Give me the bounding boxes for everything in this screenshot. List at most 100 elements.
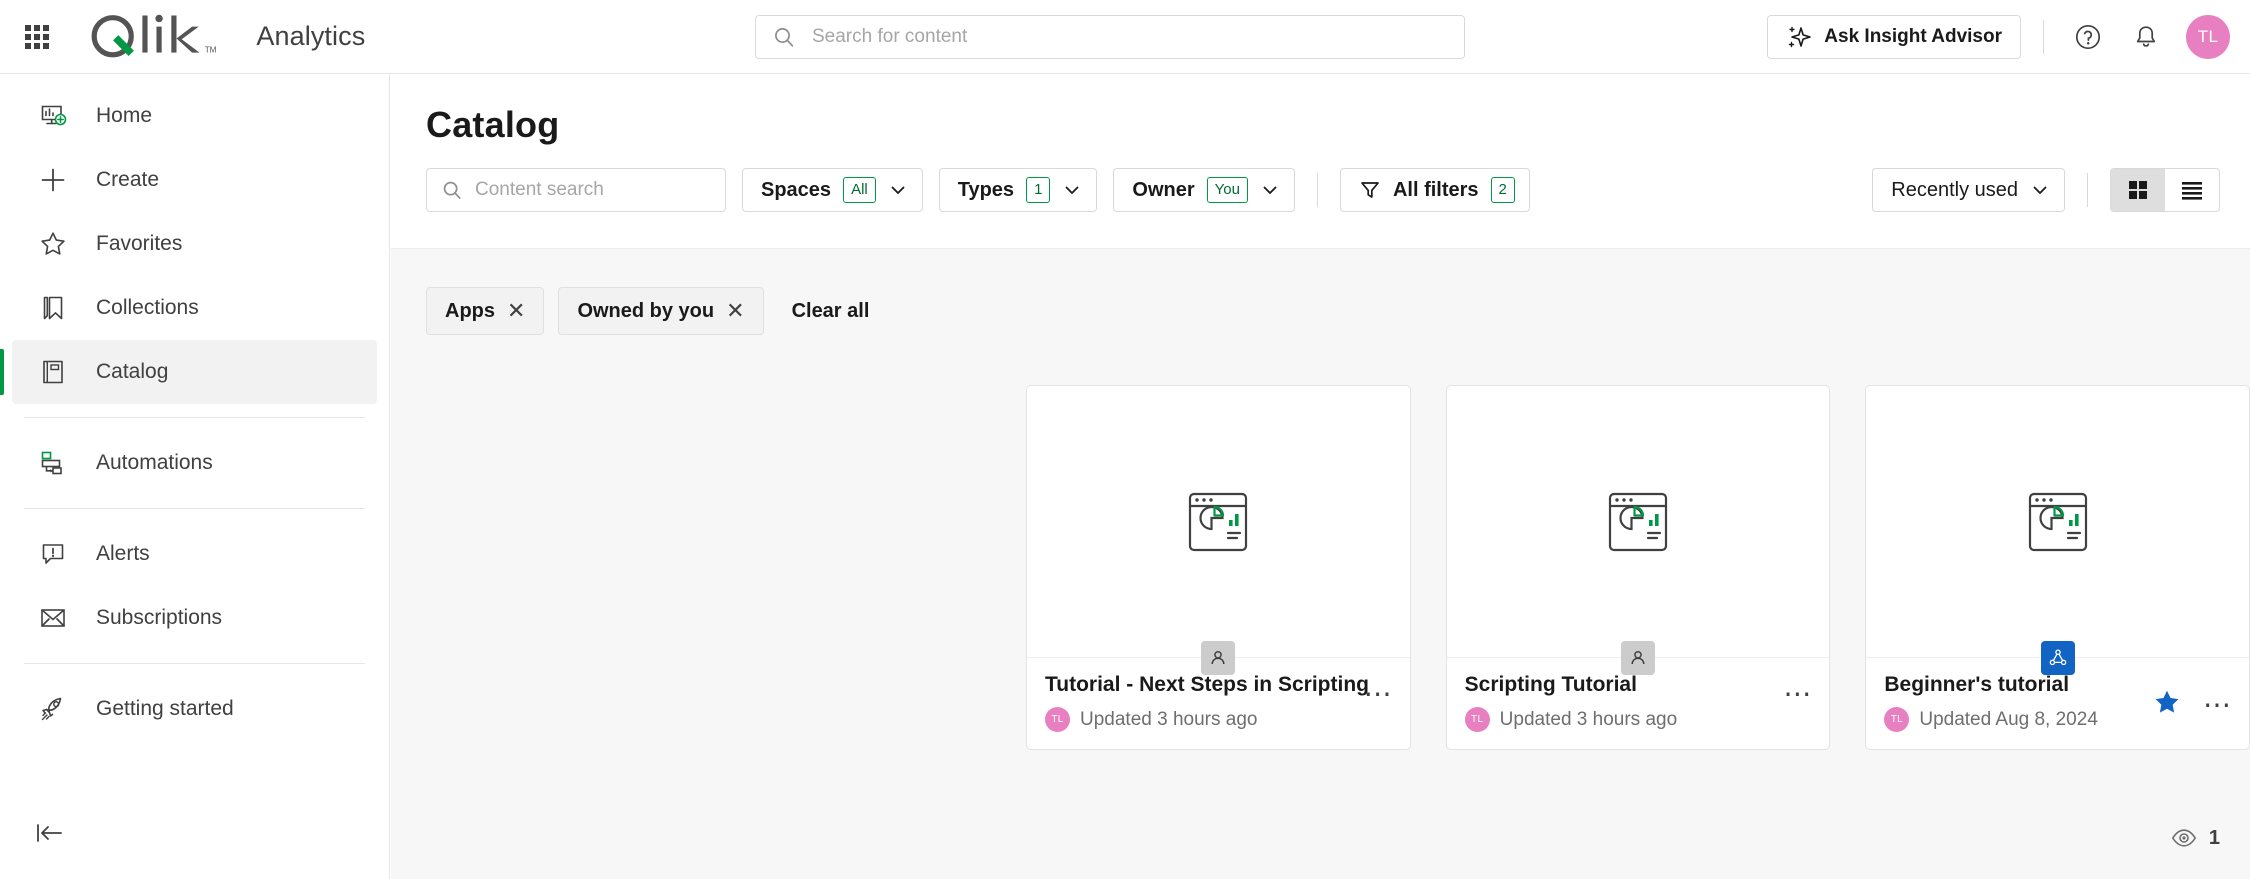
spaces-filter-badge: All — [843, 177, 876, 203]
app-card[interactable]: Tutorial - Next Steps in Scripting TL Up… — [1026, 385, 1411, 750]
product-name: Analytics — [256, 21, 366, 51]
sidebar-item-label: Collections — [96, 296, 199, 319]
filter-chip-apps[interactable]: Apps ✕ — [426, 287, 545, 335]
app-card-meta: TL Updated 3 hours ago — [1045, 707, 1410, 733]
sidebar-item-label: Automations — [96, 451, 213, 474]
app-card-footer: Scripting Tutorial TL Updated 3 hours ag… — [1446, 641, 1830, 749]
close-icon[interactable]: ✕ — [507, 300, 525, 322]
toolbar-divider — [2043, 20, 2044, 54]
shared-space-icon — [2040, 641, 2075, 675]
funnel-icon — [1361, 182, 1379, 198]
avatar-initials: TL — [2197, 27, 2219, 46]
all-filters-button[interactable]: All filters 2 — [1339, 168, 1530, 212]
sidebar-item-subscriptions[interactable]: Subscriptions — [12, 586, 377, 650]
bell-icon — [2136, 26, 2156, 47]
sidebar-divider-1 — [24, 417, 365, 418]
more-options-icon[interactable]: ⋯ — [1783, 680, 1813, 708]
sidebar-item-collections[interactable]: Collections — [12, 276, 377, 340]
owner-avatar: TL — [1464, 707, 1490, 733]
sidebar-item-automations[interactable]: Automations — [12, 431, 377, 495]
app-card-actions: ⋯ — [1364, 680, 1394, 708]
global-search[interactable] — [755, 15, 1465, 59]
filter-divider — [1316, 173, 1318, 207]
spaces-filter-button[interactable]: Spaces All — [742, 168, 923, 212]
app-card-footer: Beginner's tutorial TL Updated Aug 8, 20… — [1866, 641, 2250, 749]
content-search-input[interactable] — [475, 179, 725, 201]
app-chart-icon — [2028, 492, 2087, 551]
person-icon — [1201, 641, 1236, 675]
person-icon — [1621, 641, 1655, 675]
owner-avatar: TL — [1045, 707, 1070, 733]
sidebar-item-getting-started[interactable]: Getting started — [12, 677, 377, 741]
ask-insight-advisor-button[interactable]: Ask Insight Advisor — [1767, 15, 2021, 59]
app-card-grid: Tutorial - Next Steps in Scripting TL Up… — [391, 335, 2250, 750]
close-icon[interactable]: ✕ — [726, 300, 744, 322]
item-count: 1 — [2171, 825, 2220, 851]
types-filter-button[interactable]: Types 1 — [938, 168, 1098, 212]
sidebar-item-create[interactable]: Create — [12, 148, 377, 212]
more-options-icon[interactable]: ⋯ — [1364, 680, 1394, 708]
app-card-actions: ⋯ — [1783, 680, 1813, 708]
filter-chip-owned-by-you[interactable]: Owned by you ✕ — [558, 287, 764, 335]
app-card-updated: Updated 3 hours ago — [1499, 708, 1678, 730]
plus-icon — [36, 163, 70, 197]
sidebar-divider-2 — [24, 508, 365, 509]
chevron-down-icon — [2033, 186, 2047, 194]
sort-label: Recently used — [1891, 178, 2018, 201]
help-button[interactable] — [2066, 15, 2110, 59]
sidebar-item-favorites[interactable]: Favorites — [12, 212, 377, 276]
list-view-icon — [2182, 182, 2202, 200]
clear-all-button[interactable]: Clear all — [792, 300, 870, 323]
user-avatar[interactable]: TL — [2186, 15, 2230, 59]
content-search[interactable] — [426, 168, 726, 212]
brand-logo[interactable]: TM Analytics — [86, 14, 365, 60]
app-launcher-button[interactable] — [14, 14, 60, 60]
svg-text:TM: TM — [205, 45, 217, 54]
favorite-star-icon[interactable] — [2153, 688, 2181, 721]
owner-avatar: TL — [1884, 707, 1910, 733]
view-mode-toggle — [2110, 168, 2220, 212]
search-icon — [443, 181, 461, 199]
sidebar-item-label: Create — [96, 168, 160, 191]
item-count-value: 1 — [2208, 826, 2220, 849]
sort-dropdown-button[interactable]: Recently used — [1872, 168, 2065, 212]
sidebar-item-catalog[interactable]: Catalog — [0, 340, 377, 404]
sidebar-item-label: Getting started — [96, 697, 234, 720]
sidebar-item-label: Favorites — [96, 232, 183, 255]
chevron-down-icon — [1066, 186, 1079, 194]
app-card[interactable]: Beginner's tutorial TL Updated Aug 8, 20… — [1865, 385, 2250, 750]
list-view-button[interactable] — [2165, 169, 2219, 211]
grid-view-button[interactable] — [2111, 169, 2165, 211]
catalog-book-icon — [36, 355, 70, 389]
envelope-icon — [36, 601, 70, 635]
more-options-icon[interactable]: ⋯ — [2203, 690, 2233, 718]
sidebar-item-alerts[interactable]: Alerts — [12, 522, 377, 586]
app-card-footer: Tutorial - Next Steps in Scripting TL Up… — [1027, 641, 1410, 749]
sidebar-item-home[interactable]: Home — [12, 84, 377, 148]
owner-filter-badge: You — [1206, 177, 1248, 203]
notifications-button[interactable] — [2124, 15, 2168, 59]
top-bar-actions: Ask Insight Advisor TL — [1767, 0, 2230, 74]
app-chart-icon — [1608, 492, 1668, 551]
main-content: Catalog Spaces All Types 1 — [391, 74, 2250, 879]
sidebar-nav: Home Create Favorites Collections Catalo… — [0, 74, 390, 879]
chevron-down-icon — [891, 186, 905, 194]
app-chart-icon — [1189, 492, 1248, 551]
owner-initials: TL — [1051, 714, 1064, 726]
qlik-wordmark-icon: TM — [91, 14, 217, 57]
app-card[interactable]: Scripting Tutorial TL Updated 3 hours ag… — [1445, 385, 1831, 750]
sidebar-divider-3 — [24, 663, 365, 664]
automation-flow-icon — [36, 446, 70, 480]
top-bar: TM Analytics Ask Insight Advisor — [0, 0, 2250, 74]
owner-initials: TL — [1471, 714, 1484, 726]
alert-bubble-icon — [36, 537, 70, 571]
owner-filter-label: Owner — [1132, 178, 1195, 201]
owner-filter-button[interactable]: Owner You — [1113, 168, 1295, 212]
all-filters-badge: 2 — [1490, 177, 1515, 203]
app-thumbnail — [1027, 386, 1410, 657]
app-thumbnail — [1447, 386, 1830, 657]
collapse-sidebar-button[interactable] — [30, 813, 70, 853]
app-card-actions: ⋯ — [2153, 688, 2233, 721]
global-search-input[interactable] — [812, 26, 1464, 48]
sparkle-icon — [1789, 26, 1812, 48]
